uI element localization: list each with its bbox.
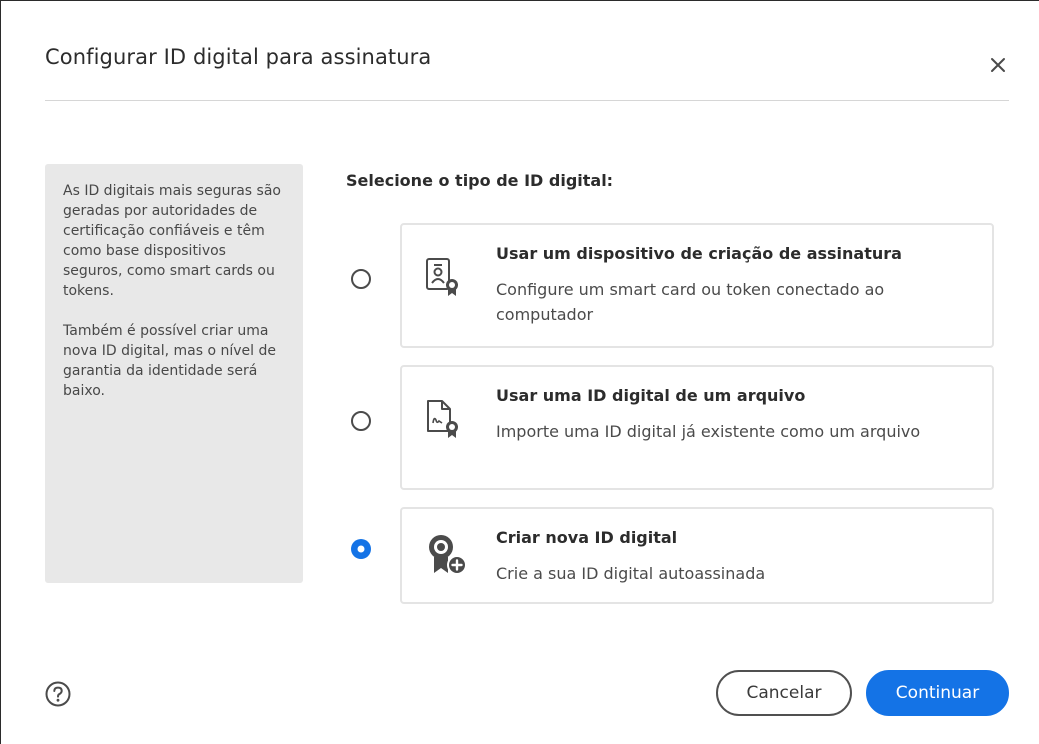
option-title: Usar um dispositivo de criação de assina… <box>496 244 902 263</box>
section-label: Selecione o tipo de ID digital: <box>346 171 614 190</box>
digital-id-file-icon <box>427 400 458 438</box>
new-digital-id-icon <box>429 535 467 575</box>
option-description: Crie a sua ID digital autoassinada <box>496 564 766 583</box>
info-panel: As ID digitais mais seguras são geradas … <box>45 164 303 583</box>
dialog-title: Configurar ID digital para assinatura <box>45 45 432 69</box>
continue-button[interactable]: Continuar <box>866 670 1009 716</box>
option-card-signature-device[interactable]: Usar um dispositivo de criação de assina… <box>400 223 994 348</box>
option-description: Configure um smart card ou token conecta… <box>496 280 885 324</box>
option-description: Importe uma ID digital já existente como… <box>496 422 921 441</box>
radio-signature-device[interactable] <box>350 268 372 290</box>
radio-digital-id-file[interactable] <box>350 410 372 432</box>
signature-device-icon <box>426 258 458 296</box>
info-paragraph: As ID digitais mais seguras são geradas … <box>63 183 281 299</box>
radio-new-digital-id[interactable] <box>350 538 372 560</box>
info-paragraph: Também é possível criar uma nova ID digi… <box>63 323 277 399</box>
option-card-digital-id-file[interactable]: Usar uma ID digital de um arquivo Import… <box>400 365 994 490</box>
option-card-new-digital-id[interactable]: Criar nova ID digital Crie a sua ID digi… <box>400 507 994 604</box>
dialog: Configurar ID digital para assinatura As… <box>0 0 1039 744</box>
title-divider <box>45 100 1009 101</box>
option-title: Usar uma ID digital de um arquivo <box>496 386 806 405</box>
help-icon[interactable] <box>45 681 71 707</box>
cancel-button[interactable]: Cancelar <box>716 670 852 716</box>
option-title: Criar nova ID digital <box>496 528 678 547</box>
close-icon[interactable] <box>986 53 1010 77</box>
